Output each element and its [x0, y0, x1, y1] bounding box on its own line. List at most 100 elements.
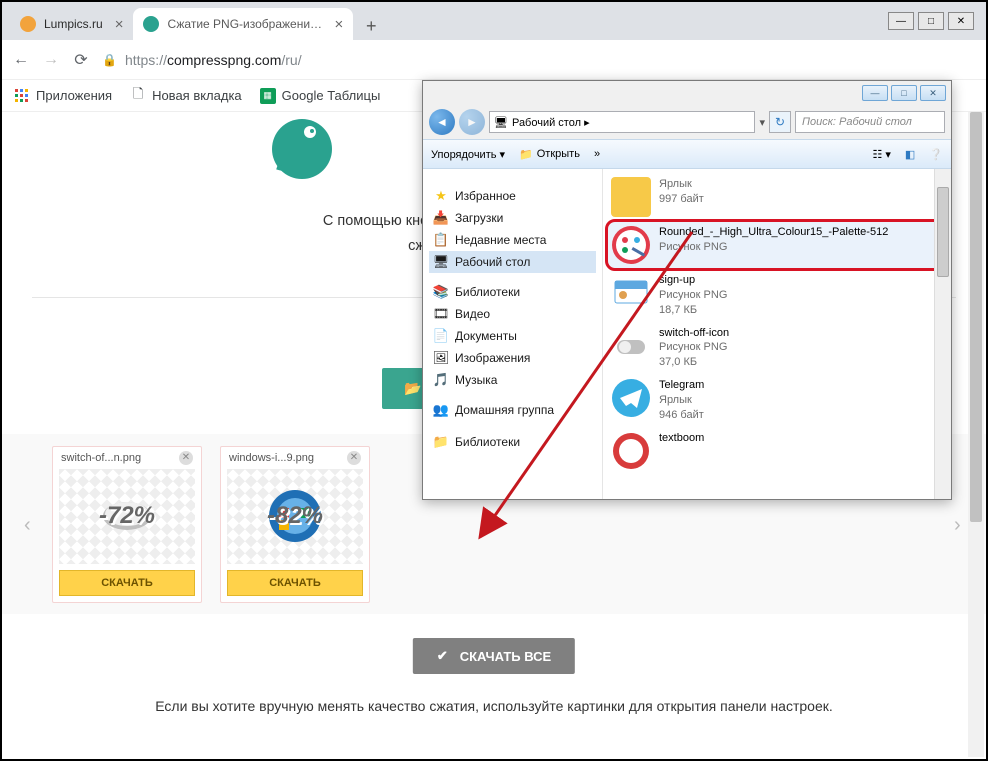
url-path: /ru/ — [281, 52, 301, 68]
sidebar-item-images[interactable]: 🖼Изображения — [429, 347, 596, 369]
sidebar-item-video[interactable]: 🎞Видео — [429, 303, 596, 325]
file-item[interactable]: switch-off-iconРисунок PNG37,0 КБ — [607, 322, 945, 375]
compress-badge: -72% — [99, 502, 155, 530]
sidebar-item-recent[interactable]: 📋Недавние места — [429, 229, 596, 251]
minimize-button[interactable]: — — [862, 85, 888, 101]
desktop-icon: 🖥 — [494, 116, 508, 129]
file-item[interactable]: Ярлык997 байт — [607, 173, 945, 221]
tab-compresspng[interactable]: Сжатие PNG-изображений онла × — [133, 8, 353, 40]
folder-icon: 📁 — [519, 148, 533, 161]
back-button[interactable]: ◄ — [429, 109, 455, 135]
explorer-sidebar: ★Избранное 📥Загрузки 📋Недавние места 🖥Ра… — [423, 169, 603, 499]
forward-button[interactable]: ► — [459, 109, 485, 135]
bookmark-label: Новая вкладка — [152, 88, 242, 103]
organize-menu[interactable]: Упорядочить ▾ — [431, 148, 505, 161]
url-host: compresspng.com — [167, 52, 281, 68]
favicon-icon — [20, 16, 36, 32]
site-logo — [262, 112, 342, 187]
url-field[interactable]: 🔒 https:// compresspng.com /ru/ — [102, 52, 976, 68]
apps-button[interactable]: Приложения — [14, 88, 112, 104]
new-tab-button[interactable]: + — [357, 12, 385, 40]
page-icon: 🗋 — [130, 88, 146, 104]
path-field[interactable]: 🖥 Рабочий стол ▸ — [489, 111, 755, 133]
check-icon: ✔ — [437, 648, 448, 664]
apps-icon — [14, 88, 30, 104]
close-icon[interactable]: × — [334, 16, 343, 33]
homegroup-header[interactable]: 👥Домашняя группа — [429, 399, 596, 421]
libraries2[interactable]: 📁Библиотеки — [429, 431, 596, 453]
tab-title: Сжатие PNG-изображений онла — [167, 17, 322, 31]
explorer-window: — □ ✕ ◄ ► 🖥 Рабочий стол ▸ ▾ ↻ Поиск: Ра… — [422, 80, 952, 500]
forward-button[interactable]: → — [42, 51, 60, 69]
prev-arrow[interactable]: ‹ — [24, 514, 34, 534]
folder-icon: 📥 — [433, 210, 449, 226]
remove-icon[interactable]: ✕ — [179, 451, 193, 465]
sidebar-item-documents[interactable]: 📄Документы — [429, 325, 596, 347]
preview-pane-button[interactable]: ◧ — [905, 148, 915, 161]
folder-icon: 📁 — [433, 434, 449, 450]
tab-title: Lumpics.ru — [44, 17, 103, 31]
file-icon — [611, 273, 651, 313]
sidebar-item-music[interactable]: 🎵Музыка — [429, 369, 596, 391]
window-controls: — □ ✕ — [888, 12, 974, 30]
telegram-icon — [611, 378, 651, 418]
scrollbar-thumb[interactable] — [937, 187, 949, 277]
back-button[interactable]: ← — [12, 51, 30, 69]
close-button[interactable]: ✕ — [948, 12, 974, 30]
tab-lumpics[interactable]: Lumpics.ru × — [10, 8, 133, 40]
close-button[interactable]: ✕ — [920, 85, 946, 101]
file-item[interactable]: TelegramЯрлык946 байт — [607, 374, 945, 427]
bookmark-sheets[interactable]: ▦ Google Таблицы — [260, 88, 381, 104]
document-icon: 📄 — [433, 328, 449, 344]
sidebar-item-downloads[interactable]: 📥Загрузки — [429, 207, 596, 229]
maximize-button[interactable]: □ — [891, 85, 917, 101]
help-button[interactable]: ❔ — [929, 148, 943, 161]
star-icon: ★ — [433, 188, 449, 204]
scrollbar-thumb[interactable] — [970, 112, 982, 522]
thumb-filename: windows-i...9.png — [229, 452, 314, 464]
url-proto: https:// — [125, 52, 167, 68]
folder-open-icon: 📂 — [404, 380, 421, 397]
sheets-icon: ▦ — [260, 88, 276, 104]
video-icon: 🎞 — [433, 306, 449, 322]
file-icon — [611, 326, 651, 366]
download-all-button[interactable]: ✔ СКАЧАТЬ ВСЕ — [413, 638, 575, 674]
compress-badge: -82% — [267, 502, 323, 530]
maximize-button[interactable]: □ — [918, 12, 944, 30]
bookmark-newtab[interactable]: 🗋 Новая вкладка — [130, 88, 242, 104]
refresh-button[interactable]: ↻ — [769, 111, 791, 133]
close-icon[interactable]: × — [115, 16, 124, 33]
homegroup-icon: 👥 — [433, 402, 449, 418]
remove-icon[interactable]: ✕ — [347, 451, 361, 465]
explorer-window-controls: — □ ✕ — [862, 85, 946, 101]
image-icon: 🖼 — [433, 350, 449, 366]
download-thumb-button[interactable]: СКАЧАТЬ — [59, 570, 195, 596]
libraries-header[interactable]: 📚Библиотеки — [429, 281, 596, 303]
download-thumb-button[interactable]: СКАЧАТЬ — [227, 570, 363, 596]
sidebar-item-desktop[interactable]: 🖥Рабочий стол — [429, 251, 596, 273]
favorites-header[interactable]: ★Избранное — [429, 185, 596, 207]
next-arrow[interactable]: › — [954, 514, 964, 534]
music-icon: 🎵 — [433, 372, 449, 388]
search-field[interactable]: Поиск: Рабочий стол — [795, 111, 945, 133]
file-icon — [611, 177, 651, 217]
minimize-button[interactable]: — — [888, 12, 914, 30]
file-item[interactable]: textboom — [607, 427, 945, 475]
thumb-filename: switch-of...n.png — [61, 452, 141, 464]
page-scrollbar[interactable] — [968, 112, 984, 757]
thumbnail-card[interactable]: switch-of...n.png ✕ -72% СКАЧАТЬ — [52, 446, 202, 603]
thumb-preview: -72% — [59, 469, 195, 564]
apps-label: Приложения — [36, 88, 112, 103]
thumbnail-card[interactable]: windows-i...9.png ✕ -82% СКАЧАТЬ — [220, 446, 370, 603]
open-button[interactable]: 📁Открыть — [519, 148, 580, 161]
address-bar: ← → ⟳ 🔒 https:// compresspng.com /ru/ — [2, 40, 986, 80]
thumb-preview: -82% — [227, 469, 363, 564]
file-item-highlighted[interactable]: Rounded_-_High_Ultra_Colour15_-Palette-5… — [607, 221, 945, 269]
explorer-scrollbar[interactable] — [934, 169, 951, 499]
more-button[interactable]: » — [594, 148, 600, 160]
file-item[interactable]: sign-upРисунок PNG18,7 КБ — [607, 269, 945, 322]
view-button[interactable]: ☷ ▾ — [872, 148, 890, 161]
library-icon: 📚 — [433, 284, 449, 300]
reload-button[interactable]: ⟳ — [72, 51, 90, 69]
explorer-nav: ◄ ► 🖥 Рабочий стол ▸ ▾ ↻ Поиск: Рабочий … — [423, 105, 951, 139]
